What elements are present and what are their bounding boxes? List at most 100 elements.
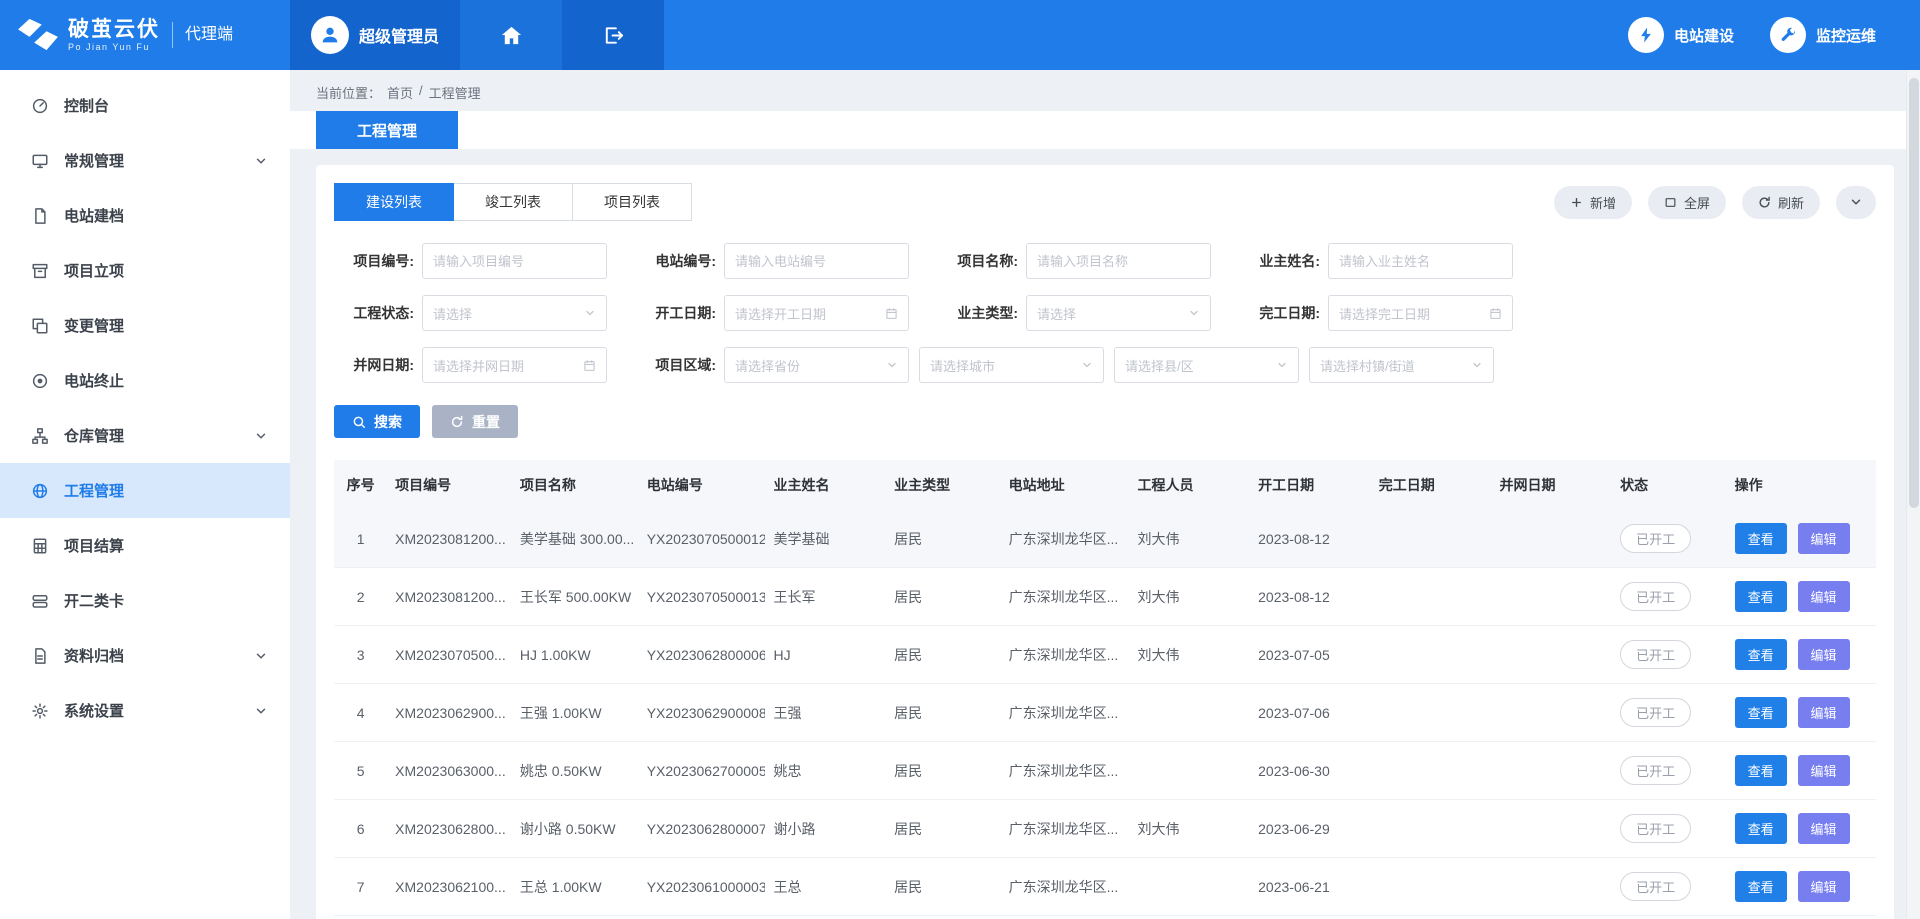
region-filter-group: 项目区域: 请选择省份 请选择城市 [636,347,1494,383]
edit-button[interactable]: 编辑 [1798,523,1850,554]
tab-project-list[interactable]: 项目列表 [572,183,692,221]
user-menu[interactable]: 超级管理员 [290,0,460,70]
scrollbar-thumb[interactable] [1909,78,1919,508]
edit-button[interactable]: 编辑 [1798,581,1850,612]
filter-form: 项目编号: 电站编号: 项目名称: 业主姓名: [334,243,1876,383]
nav-monitor-ops[interactable]: 监控运维 [1770,17,1876,53]
edit-button[interactable]: 编辑 [1798,871,1850,902]
view-button[interactable]: 查看 [1735,697,1787,728]
status-badge: 已开工 [1620,698,1691,727]
finish-date-picker[interactable]: 请选择完工日期 [1328,295,1513,331]
town-select[interactable]: 请选择村镇/街道 [1309,347,1494,383]
fullscreen-button[interactable]: 全屏 [1648,186,1726,219]
sidebar-item-project-settlement[interactable]: 项目结算 [0,518,290,573]
app-root: 破茧云伏 Po Jian Yun Fu 代理端 超级管理员 [0,0,1920,919]
start-date-picker[interactable]: 请选择开工日期 [724,295,909,331]
table-row[interactable]: 5 XM2023063000... 姚忠 0.50KW YX2023062700… [334,742,1876,800]
page-tab-engineering[interactable]: 工程管理 [316,111,458,149]
sidebar-item-station-termination[interactable]: 电站终止 [0,353,290,408]
cell-owner: 谢小路 [765,800,886,858]
view-button[interactable]: 查看 [1735,639,1787,670]
view-button[interactable]: 查看 [1735,755,1787,786]
fullscreen-icon [1664,196,1677,209]
tab-completed-list[interactable]: 竣工列表 [453,183,573,221]
avatar [311,16,349,54]
calendar-icon [583,359,596,372]
project-no-input[interactable] [422,243,607,279]
grid-date-picker[interactable]: 请选择并网日期 [422,347,607,383]
sidebar-item-project-initiation[interactable]: 项目立项 [0,243,290,298]
column-header: 电站编号 [639,460,766,510]
cell-finish-date [1371,684,1492,742]
tab-build-list[interactable]: 建设列表 [334,183,454,221]
cell-project-no: XM2023062900... [387,684,512,742]
station-no-input[interactable] [724,243,909,279]
sidebar-item-system-settings[interactable]: 系统设置 [0,683,290,738]
city-select[interactable]: 请选择城市 [919,347,1104,383]
view-button[interactable]: 查看 [1735,871,1787,902]
sidebar-item-label: 控制台 [64,95,109,116]
province-select[interactable]: 请选择省份 [724,347,909,383]
view-button[interactable]: 查看 [1735,523,1787,554]
cell-project-no: XM2023063000... [387,742,512,800]
reset-button[interactable]: 重置 [432,405,518,438]
edit-button[interactable]: 编辑 [1798,639,1850,670]
sidebar-item-console[interactable]: 控制台 [0,78,290,133]
sidebar-item-label: 资料归档 [64,645,124,666]
logo-text: 破茧云伏 Po Jian Yun Fu [68,18,160,52]
breadcrumb-current: 工程管理 [429,83,481,102]
logout-button[interactable] [562,0,664,70]
search-button[interactable]: 搜索 [334,405,420,438]
top-header-right: 电站建设 监控运维 [1628,0,1920,70]
portal-label: 代理端 [172,22,233,48]
table-row[interactable]: 1 XM2023081200... 美学基础 300.00... YX20230… [334,510,1876,568]
county-select[interactable]: 请选择县/区 [1114,347,1299,383]
cell-start-date: 2023-06-29 [1250,800,1371,858]
table-row[interactable]: 3 XM2023070500... HJ 1.00KW YX2023062800… [334,626,1876,684]
view-button[interactable]: 查看 [1735,581,1787,612]
owner-type-select[interactable]: 请选择 [1026,295,1211,331]
refresh-button[interactable]: 刷新 [1742,186,1820,219]
home-button[interactable] [460,0,562,70]
logout-icon [602,24,625,47]
cell-owner-type: 居民 [886,684,1001,742]
sidebar-item-label: 电站建档 [64,205,124,226]
edit-button[interactable]: 编辑 [1798,755,1850,786]
project-name-label: 项目名称: [938,251,1018,271]
column-header: 操作 [1727,460,1876,510]
edit-button[interactable]: 编辑 [1798,697,1850,728]
vertical-scrollbar[interactable] [1906,70,1920,919]
table-row[interactable]: 2 XM2023081200... 王长军 500.00KW YX2023070… [334,568,1876,626]
cell-engineer [1129,858,1250,916]
cell-engineer: 刘大伟 [1129,800,1250,858]
sidebar-item-data-archive[interactable]: 资料归档 [0,628,290,683]
cell-station-no: YX2023070500012 [639,510,766,568]
calculator-icon [30,536,50,556]
cell-start-date: 2023-06-21 [1250,858,1371,916]
sidebar-item-general-mgmt[interactable]: 常规管理 [0,133,290,188]
document-icon [30,646,50,666]
add-button[interactable]: 新增 [1554,186,1632,219]
sidebar-item-station-filing[interactable]: 电站建档 [0,188,290,243]
cell-project-name: 谢小路 0.50KW [512,800,639,858]
tabs-row: 建设列表 竣工列表 项目列表 新增 [334,183,1876,221]
sidebar-item-type2-card[interactable]: 开二类卡 [0,573,290,628]
collapse-button[interactable] [1836,186,1876,219]
project-status-select[interactable]: 请选择 [422,295,607,331]
cell-index: 4 [334,684,387,742]
table-row[interactable]: 7 XM2023062100... 王总 1.00KW YX2023061000… [334,858,1876,916]
home-icon [500,24,523,47]
owner-name-input[interactable] [1328,243,1513,279]
calendar-icon [885,307,898,320]
nav-station-build[interactable]: 电站建设 [1628,17,1734,53]
view-button[interactable]: 查看 [1735,813,1787,844]
sidebar-item-warehouse-mgmt[interactable]: 仓库管理 [0,408,290,463]
cell-owner: HJ [765,626,886,684]
table-row[interactable]: 6 XM2023062800... 谢小路 0.50KW YX202306280… [334,800,1876,858]
sidebar-item-change-mgmt[interactable]: 变更管理 [0,298,290,353]
breadcrumb-home[interactable]: 首页 [387,83,413,102]
project-name-input[interactable] [1026,243,1211,279]
table-row[interactable]: 4 XM2023062900... 王强 1.00KW YX2023062900… [334,684,1876,742]
sidebar-item-engineering-mgmt[interactable]: 工程管理 [0,463,290,518]
edit-button[interactable]: 编辑 [1798,813,1850,844]
